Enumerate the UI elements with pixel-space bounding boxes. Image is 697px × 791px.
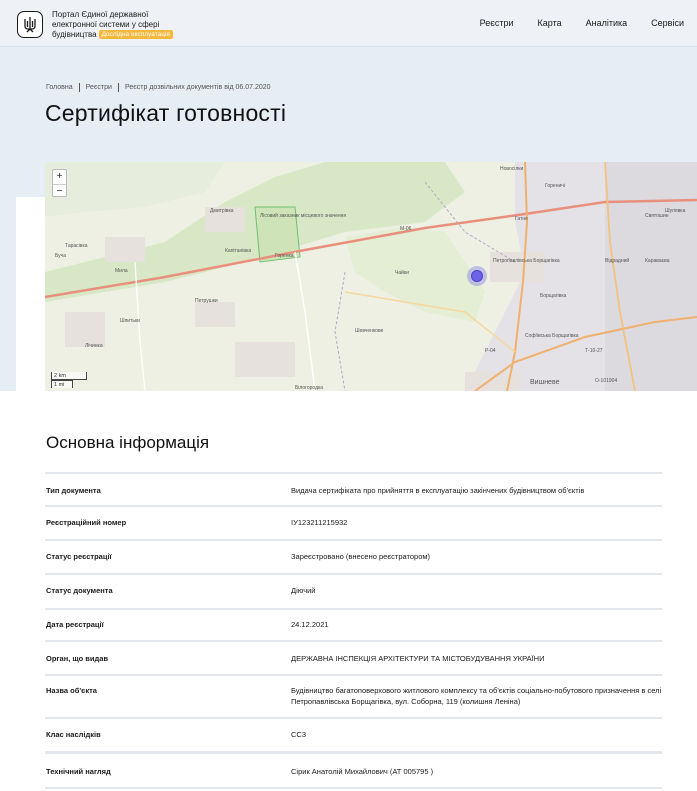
map-place-label: Мила — [115, 268, 128, 274]
map-place-label: М-06 — [400, 226, 412, 232]
map-label-layer: Новосілки Гатне Петропавлівська Борщагівка… — [55, 166, 686, 391]
info-key: Статус реєстрації — [46, 552, 112, 561]
map-place-label: Лісовий заказник місцевого значення — [260, 212, 346, 219]
map-place-label: Чайки — [395, 269, 409, 276]
map-place-label: Дмитрівка — [210, 208, 234, 214]
map-place-label: Т-10-27 — [585, 348, 603, 354]
breadcrumb-home[interactable]: Головна — [46, 84, 73, 91]
map-place-label: Вишневе — [530, 379, 560, 386]
main-nav: Реєстри Карта Аналітика Сервіси — [456, 18, 684, 28]
info-key: Назва об'єкта — [46, 686, 97, 695]
portal-title[interactable]: Портал Єдиної державної електронної сист… — [52, 10, 192, 40]
info-key: Реєстраційний номер — [46, 518, 127, 527]
info-table-bottom-border — [45, 787, 662, 789]
site-header: Портал Єдиної державної електронної сист… — [0, 0, 697, 47]
info-row-technical-supervision: Технічний нагляд Сірик Анатолій Михайлов… — [45, 751, 662, 787]
info-key: Клас наслідків — [46, 730, 101, 739]
info-key: Тип документа — [46, 486, 101, 495]
info-value: 24.12.2021 — [291, 620, 329, 629]
map-place-label: Буча — [55, 253, 66, 259]
portal-title-line: будівництва — [52, 30, 97, 39]
map-view[interactable]: + − 2 km 1 mi Новосілки Гатне Петропавлівс… — [45, 162, 697, 391]
info-value: ДЕРЖАВНА ІНСПЕКЦІЯ АРХІТЕКТУРИ ТА МІСТОБ… — [291, 654, 545, 663]
info-value: Видача сертифіката про прийняття в експл… — [291, 486, 585, 495]
map-place-label: Борщагівка — [540, 293, 567, 299]
trident-icon — [24, 17, 36, 33]
map-place-label: Шулявка — [665, 208, 686, 214]
breadcrumb-registries[interactable]: Реєстри — [86, 84, 112, 91]
nav-registries[interactable]: Реєстри — [480, 18, 514, 28]
portal-title-line: електронної системи у сфері — [52, 20, 160, 29]
map-place-label: Тарасівка — [65, 243, 88, 249]
map-place-label: О-101904 — [595, 378, 617, 384]
info-table: Тип документа Видача сертифіката про при… — [45, 472, 662, 789]
info-row-document-status: Статус документа Діючий — [45, 573, 662, 608]
nav-analytics[interactable]: Аналітика — [586, 18, 628, 28]
nav-map[interactable]: Карта — [538, 18, 562, 28]
info-value: ІУ123211215932 — [291, 518, 348, 527]
info-key: Технічний нагляд — [46, 767, 111, 776]
info-value: Діючий — [291, 586, 316, 595]
map-place-label: Шпитьки — [120, 318, 140, 324]
map-place-label: Відрадний — [605, 257, 629, 264]
map-place-label: Р-04 — [485, 348, 496, 354]
nav-services[interactable]: Сервіси — [651, 18, 684, 28]
map-place-label: Петропавлівська Борщагівка — [493, 258, 560, 264]
map-place-label: Петрушки — [195, 298, 218, 304]
info-row-registration-number: Реєстраційний номер ІУ123211215932 — [45, 505, 662, 539]
breadcrumb-separator — [78, 83, 80, 92]
info-row-object-name: Назва об'єкта Будівництво багатоповерхов… — [45, 674, 662, 717]
map-place-label: Лічинка — [85, 343, 103, 349]
section-title: Основна інформація — [46, 433, 210, 452]
info-row-consequence-class: Клас наслідків СС3 — [45, 717, 662, 751]
map-place-label: Гореничі — [545, 183, 565, 189]
breadcrumb-separator — [117, 83, 119, 92]
info-row-registration-date: Дата реєстрації 24.12.2021 — [45, 608, 662, 640]
info-row-registration-status: Статус реєстрації Зареєстровано (внесено… — [45, 539, 662, 573]
page-title: Сертифікат готовності — [45, 100, 287, 126]
map-place-label: Софіївська Борщагівка — [525, 333, 579, 339]
info-key: Дата реєстрації — [46, 620, 104, 629]
map-place-label: Шевченкове — [355, 328, 384, 334]
hero-background-left — [0, 197, 16, 391]
info-key: Орган, що видав — [46, 654, 109, 663]
info-key: Статус документа — [46, 586, 113, 595]
beta-badge: Дослідна експлуатація — [98, 30, 173, 39]
info-value: Сірик Анатолій Михайлович (АТ 005795 ) — [291, 767, 434, 776]
map-place-label: Капітанівка — [225, 248, 251, 254]
map-place-label: Караваєва — [645, 258, 670, 264]
map-place-label: Новосілки — [500, 166, 523, 172]
info-value: Будівництво багатоповерхового житлового … — [291, 686, 662, 706]
info-value: Зареєстровано (внесено реєстратором) — [291, 552, 431, 561]
map-place-label: Білогородка — [295, 385, 323, 391]
trident-logo-icon[interactable] — [17, 11, 43, 38]
map-place-label: Горенка — [275, 253, 294, 259]
map-place-label: Гатне — [515, 216, 528, 222]
breadcrumb: Головна Реєстри Реєстр дозвільних докуме… — [46, 83, 271, 92]
info-value: СС3 — [291, 730, 307, 739]
portal-title-line: Портал Єдиної державної — [52, 10, 149, 19]
breadcrumb-current[interactable]: Реєстр дозвільних документів від 06.07.2… — [125, 84, 271, 91]
info-row-document-type: Тип документа Видача сертифіката про при… — [45, 472, 662, 505]
info-row-issuing-authority: Орган, що видав ДЕРЖАВНА ІНСПЕКЦІЯ АРХІТ… — [45, 640, 662, 674]
